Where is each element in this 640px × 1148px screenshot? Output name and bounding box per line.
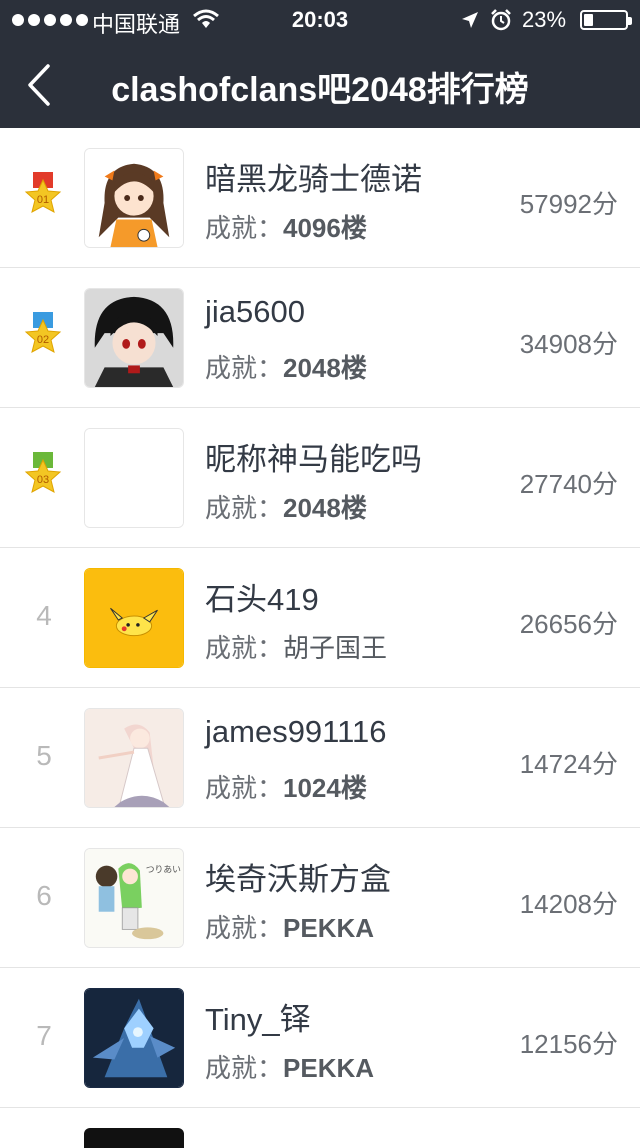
achievement-label: 成就： xyxy=(205,773,284,803)
rank-number: 6 xyxy=(36,880,52,911)
user-name: 埃奇沃斯方盒 xyxy=(205,862,391,897)
achievement: 成就：2048楼 xyxy=(205,348,367,385)
achievement: 成就：4096楼 xyxy=(205,208,367,245)
leaderboard-list: 01 暗黑龙骑士德诺 成就：4096楼 57992分 02 jia5600 成就… xyxy=(0,128,640,1148)
svg-text:02: 02 xyxy=(37,334,49,346)
achievement-label: 成就： xyxy=(205,633,284,663)
score: 14208分 xyxy=(519,889,618,919)
achievement-value: 1024楼 xyxy=(283,773,367,803)
achievement-label: 成就： xyxy=(205,1053,284,1083)
user-avatar[interactable] xyxy=(84,148,184,248)
achievement: 成就：PEKKA xyxy=(205,1048,374,1085)
silver-medal-icon: 02 xyxy=(24,312,62,353)
top-bar: 中国联通 20:03 23% clashofclans吧2048排行榜 xyxy=(0,0,640,128)
leaderboard-row[interactable]: 03 昵称神马能吃吗 成就：2048楼 27740分 xyxy=(0,408,640,548)
blank-avatar xyxy=(85,429,183,527)
score: 27740分 xyxy=(519,469,618,499)
location-arrow-icon xyxy=(462,12,478,28)
sketch-characters-avatar: つりあい xyxy=(85,849,183,947)
rank-number: 7 xyxy=(36,1020,52,1051)
white-dress-girl-avatar xyxy=(85,709,183,807)
rank-number: 5 xyxy=(36,740,52,771)
user-avatar[interactable] xyxy=(84,288,184,388)
bronze-medal-icon: 03 xyxy=(24,452,62,493)
leaderboard-row[interactable]: 01 暗黑龙骑士德诺 成就：4096楼 57992分 xyxy=(0,128,640,268)
leaderboard-row[interactable]: 4 石头419 成就：胡子国王 26656分 xyxy=(0,548,640,688)
achievement-label: 成就： xyxy=(205,213,284,243)
rank-number: 4 xyxy=(36,600,52,631)
user-name: 暗黑龙骑士德诺 xyxy=(205,162,422,197)
pikachu-avatar xyxy=(85,569,183,667)
svg-text:つりあい: つりあい xyxy=(146,865,181,876)
svg-text:03: 03 xyxy=(37,474,49,486)
achievement-value: PEKKA xyxy=(283,913,375,943)
score: 26656分 xyxy=(519,609,618,639)
user-avatar[interactable] xyxy=(84,988,184,1088)
achievement: 成就：2048楼 xyxy=(205,488,367,525)
user-avatar[interactable] xyxy=(84,428,184,528)
score: 14724分 xyxy=(519,749,618,779)
battery-icon xyxy=(580,10,632,30)
user-avatar[interactable] xyxy=(84,708,184,808)
achievement-value: 2048楼 xyxy=(283,353,367,383)
user-name: james991116 xyxy=(205,714,387,749)
achievement-value: 胡子国王 xyxy=(283,633,388,663)
user-name: 昵称神马能吃吗 xyxy=(205,442,422,477)
svg-text:01: 01 xyxy=(37,194,49,206)
user-avatar[interactable]: つりあい xyxy=(84,848,184,948)
leaderboard-row[interactable] xyxy=(0,1108,640,1148)
anime-girl-avatar xyxy=(85,149,183,247)
score: 34908分 xyxy=(519,329,618,359)
leaderboard-row[interactable]: 5 james991116 成就：1024楼 14724分 xyxy=(0,688,640,828)
achievement-value: PEKKA xyxy=(283,1053,375,1083)
achievement-label: 成就： xyxy=(205,353,284,383)
user-avatar[interactable] xyxy=(84,1128,184,1148)
blue-armor-avatar xyxy=(85,989,183,1087)
achievement: 成就：胡子国王 xyxy=(205,628,387,665)
achievement: 成就：1024楼 xyxy=(205,768,367,805)
user-name: 石头419 xyxy=(205,582,319,617)
user-name: jia5600 xyxy=(205,294,305,329)
user-avatar[interactable] xyxy=(84,568,184,668)
user-name: Tiny_铎 xyxy=(205,1002,311,1037)
achievement: 成就：PEKKA xyxy=(205,908,374,945)
battery-percent: 23% xyxy=(522,7,567,32)
achievement-label: 成就： xyxy=(205,493,284,523)
achievement-value: 2048楼 xyxy=(283,493,367,523)
dark-hair-boy-avatar xyxy=(85,289,183,387)
leaderboard-row[interactable]: 6 つりあい 埃奇沃斯方盒 成就：PEKKA 14208分 xyxy=(0,828,640,968)
achievement-label: 成就： xyxy=(205,913,284,943)
page-title: clashofclans吧2048排行榜 xyxy=(111,71,529,109)
leaderboard-row[interactable]: 02 jia5600 成就：2048楼 34908分 xyxy=(0,268,640,408)
score: 12156分 xyxy=(519,1029,618,1059)
leaderboard-row[interactable]: 7 Tiny_铎 成就：PEKKA 12156分 xyxy=(0,968,640,1108)
alarm-clock-icon xyxy=(491,9,511,31)
score: 57992分 xyxy=(519,189,618,219)
status-bar: 中国联通 20:03 23% xyxy=(0,0,640,40)
achievement-value: 4096楼 xyxy=(283,213,367,243)
gold-medal-icon: 01 xyxy=(24,172,62,213)
